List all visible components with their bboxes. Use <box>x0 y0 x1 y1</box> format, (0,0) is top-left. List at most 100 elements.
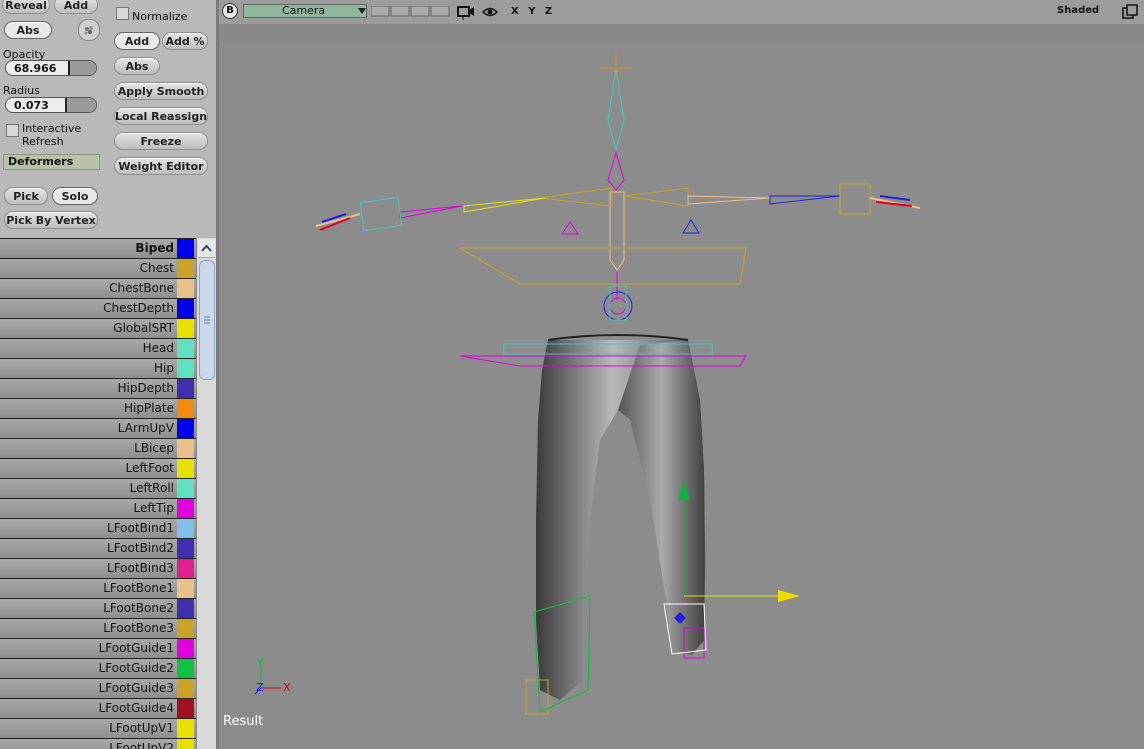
deformer-color-swatch[interactable] <box>177 359 194 378</box>
deformer-color-swatch[interactable] <box>177 639 194 658</box>
deformer-row[interactable]: ChestDepth <box>0 298 196 318</box>
deformer-row[interactable]: LFootBind2 <box>0 538 196 558</box>
scroll-thumb[interactable] <box>199 260 215 380</box>
deformer-color-swatch[interactable] <box>177 379 194 398</box>
add-mode-button[interactable]: Add <box>114 32 160 50</box>
eye-icon[interactable] <box>481 5 499 19</box>
deformer-row[interactable]: LFootBind1 <box>0 518 196 538</box>
deformer-color-swatch[interactable] <box>177 319 194 338</box>
scene-canvas[interactable] <box>219 42 1144 749</box>
deformer-row[interactable]: LeftFoot <box>0 458 196 478</box>
deformer-color-swatch[interactable] <box>177 699 194 718</box>
view-slots[interactable] <box>370 5 451 17</box>
deformer-color-swatch[interactable] <box>177 479 194 498</box>
deformer-row[interactable]: LArmUpV <box>0 418 196 438</box>
deformer-color-swatch[interactable] <box>177 279 194 298</box>
interactive-refresh-label: Interactive Refresh <box>22 122 82 148</box>
deformer-row[interactable]: LFootBone2 <box>0 598 196 618</box>
solo-button[interactable]: Solo <box>52 187 98 205</box>
axis-y-label: Y <box>257 656 264 669</box>
deformer-color-swatch[interactable] <box>177 739 194 749</box>
deformer-name: LFootBind3 <box>107 561 174 575</box>
deformer-row[interactable]: LFootBind3 <box>0 558 196 578</box>
deformer-row[interactable]: HipPlate <box>0 398 196 418</box>
pick-button[interactable]: Pick <box>4 187 48 205</box>
deformer-row[interactable]: ChestBone <box>0 278 196 298</box>
opacity-slider[interactable]: 68.966 <box>5 60 97 76</box>
deformer-row[interactable]: LBicep <box>0 438 196 458</box>
deformer-color-swatch[interactable] <box>177 299 194 318</box>
camera-dropdown-icon[interactable] <box>357 6 367 16</box>
deformer-row[interactable]: LFootUpV1 <box>0 718 196 738</box>
list-scrollbar[interactable] <box>196 238 216 749</box>
maximize-icon[interactable] <box>1122 4 1138 20</box>
paint-brush-icon[interactable] <box>78 19 100 41</box>
deformer-color-swatch[interactable] <box>177 719 194 738</box>
freeze-button[interactable]: Freeze <box>114 132 208 150</box>
deformer-row[interactable]: LFootBone3 <box>0 618 196 638</box>
display-mode-dropdown[interactable]: Shaded <box>1057 5 1099 16</box>
reveal-button[interactable]: Reveal <box>2 0 50 14</box>
deformer-color-swatch[interactable] <box>177 259 194 278</box>
abs-mode-button[interactable]: Abs <box>114 57 160 75</box>
radius-slider[interactable]: 0.073 <box>5 97 97 113</box>
interactive-refresh-checkbox[interactable] <box>6 124 19 137</box>
viewport-b-button[interactable]: B <box>222 3 238 19</box>
pick-by-vertex-button[interactable]: Pick By Vertex <box>4 211 98 229</box>
deformer-color-swatch[interactable] <box>177 519 194 538</box>
deformer-row[interactable]: LFootBone1 <box>0 578 196 598</box>
abs-button[interactable]: Abs <box>4 21 52 39</box>
deformer-color-swatch[interactable] <box>177 539 194 558</box>
deformer-name: LFootBone1 <box>103 581 174 595</box>
deformer-row[interactable]: LFootGuide2 <box>0 658 196 678</box>
deformer-row[interactable]: Head <box>0 338 196 358</box>
deformer-name: ChestBone <box>109 281 174 295</box>
pants-mesh <box>536 334 705 700</box>
deformer-row[interactable]: Chest <box>0 258 196 278</box>
weight-paint-panel: Reveal Add Abs Normalize Add Add % Abs O… <box>0 0 216 238</box>
deformer-row[interactable]: Hip <box>0 358 196 378</box>
deformer-color-swatch[interactable] <box>177 579 194 598</box>
local-reassign-button[interactable]: Local Reassign <box>114 107 208 125</box>
deformer-name: LFootUpV2 <box>109 741 174 749</box>
deformer-color-swatch[interactable] <box>177 599 194 618</box>
result-label: Result <box>223 714 264 729</box>
add-percent-button[interactable]: Add % <box>162 32 208 50</box>
deformer-row[interactable]: LeftRoll <box>0 478 196 498</box>
deformer-color-swatch[interactable] <box>177 239 194 258</box>
right-hand <box>869 195 921 209</box>
deformer-row[interactable]: LFootGuide3 <box>0 678 196 698</box>
deformer-color-swatch[interactable] <box>177 659 194 678</box>
viewport-toolbar-strip <box>219 24 1144 42</box>
axes-xyz-toggle[interactable]: X Y Z <box>511 6 555 17</box>
deformer-name: LeftTip <box>133 501 175 515</box>
deformers-button[interactable]: Deformers <box>3 154 100 170</box>
deformer-name: HipDepth <box>117 381 174 395</box>
3d-viewport[interactable]: Y X Z Result <box>219 42 1144 749</box>
deformer-color-swatch[interactable] <box>177 419 194 438</box>
deformer-row[interactable]: LFootUpV2 <box>0 738 196 749</box>
deformer-color-swatch[interactable] <box>177 339 194 358</box>
scroll-up-arrow-icon[interactable] <box>198 239 215 258</box>
deformer-color-swatch[interactable] <box>177 399 194 418</box>
normalize-checkbox[interactable] <box>116 7 129 20</box>
deformer-name: LFootBind1 <box>107 521 174 535</box>
deformer-color-swatch[interactable] <box>177 439 194 458</box>
deformer-row[interactable]: GlobalSRT <box>0 318 196 338</box>
deformer-color-swatch[interactable] <box>177 499 194 518</box>
deformer-row[interactable]: LFootGuide1 <box>0 638 196 658</box>
deformer-row[interactable]: Biped <box>0 238 196 258</box>
deformer-color-swatch[interactable] <box>177 619 194 638</box>
deformer-row[interactable]: LFootGuide4 <box>0 698 196 718</box>
weight-editor-button[interactable]: Weight Editor <box>114 157 208 175</box>
radius-value: 0.073 <box>14 99 49 112</box>
apply-smooth-button[interactable]: Apply Smooth <box>114 82 208 100</box>
camera-dropdown[interactable]: Camera <box>243 4 367 18</box>
add-top-button[interactable]: Add <box>54 0 98 14</box>
deformer-color-swatch[interactable] <box>177 559 194 578</box>
deformer-row[interactable]: LeftTip <box>0 498 196 518</box>
viewport-camera-icon[interactable] <box>457 4 475 20</box>
deformer-row[interactable]: HipDepth <box>0 378 196 398</box>
deformer-color-swatch[interactable] <box>177 459 194 478</box>
deformer-color-swatch[interactable] <box>177 679 194 698</box>
